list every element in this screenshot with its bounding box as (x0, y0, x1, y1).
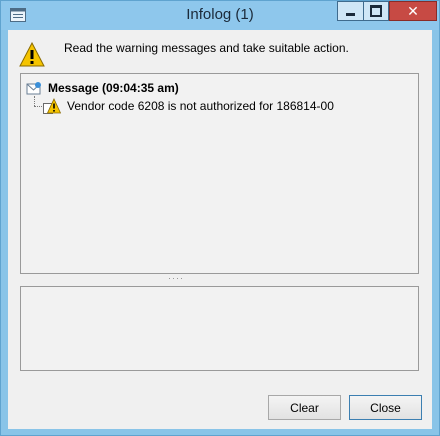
instruction-text: Read the warning messages and take suita… (64, 41, 349, 55)
tree-root-message[interactable]: Message (09:04:35 am) (26, 80, 179, 96)
warning-icon (19, 42, 45, 67)
maximize-button[interactable] (363, 1, 389, 21)
message-tree[interactable]: Message (09:04:35 am) Vendor code 6208 i… (20, 73, 419, 274)
clear-button[interactable]: Clear (268, 395, 341, 420)
warning-icon (43, 98, 61, 114)
minimize-icon (346, 12, 355, 16)
tree-item-warning[interactable]: Vendor code 6208 is not authorized for 1… (43, 98, 334, 114)
close-window-button[interactable]: ✕ (389, 1, 437, 21)
minimize-button[interactable] (337, 1, 363, 21)
tree-root-label: Message (09:04:35 am) (48, 81, 179, 95)
tree-item-label: Vendor code 6208 is not authorized for 1… (67, 99, 334, 113)
message-detail-pane[interactable] (20, 286, 419, 371)
title-bar[interactable]: Infolog (1) ✕ (1, 1, 439, 30)
panel-splitter[interactable]: ···· (168, 274, 184, 283)
maximize-icon (370, 5, 382, 17)
message-icon (26, 81, 41, 94)
infolog-window: Infolog (1) ✕ Read the warning messages … (0, 0, 440, 436)
dialog-body: Read the warning messages and take suita… (8, 30, 432, 429)
tree-connector (34, 96, 35, 106)
close-button[interactable]: Close (349, 395, 422, 420)
close-icon: ✕ (407, 3, 419, 19)
